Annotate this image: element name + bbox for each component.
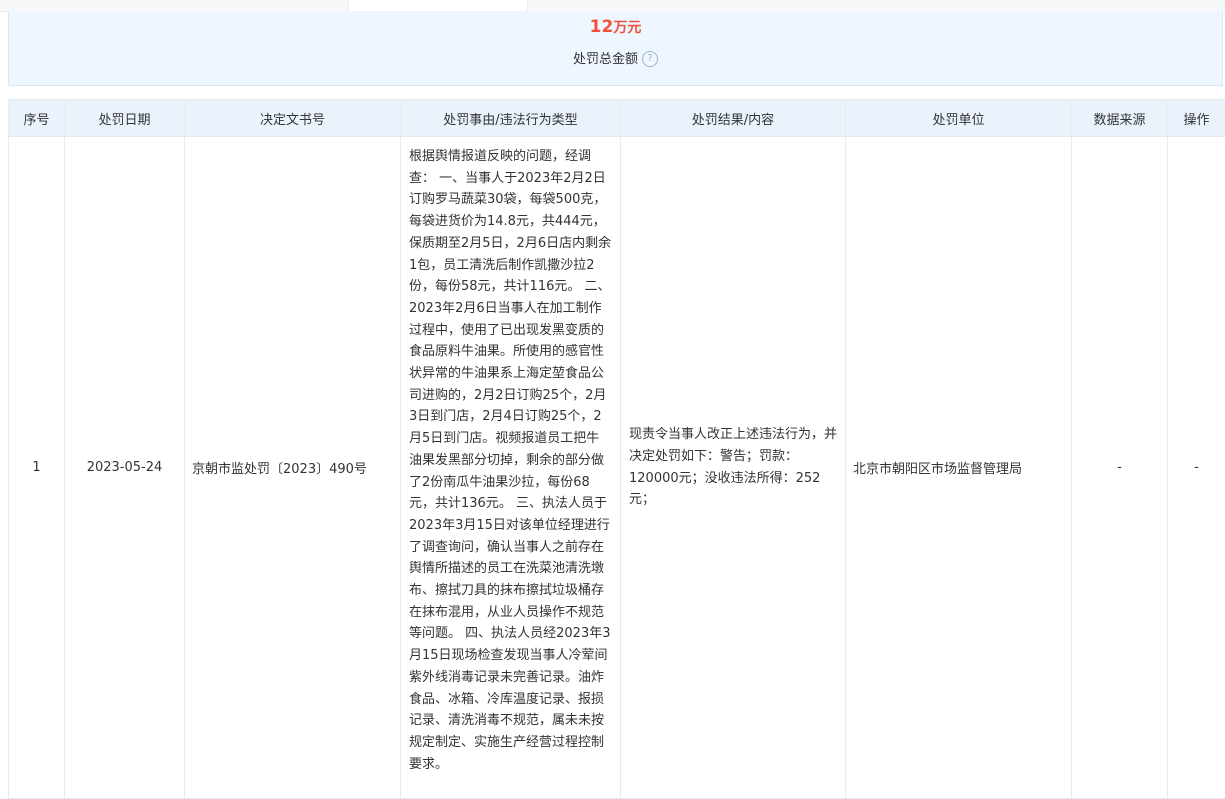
header-action: 操作 <box>1167 99 1225 137</box>
table-row: 1 2023-05-24 京朝市监处罚〔2023〕490号 根据舆情报道反映的问… <box>8 136 1225 799</box>
cell-action: - <box>1167 136 1225 799</box>
header-doc-no: 决定文书号 <box>184 99 401 137</box>
cell-reason: 根据舆情报道反映的问题，经调查： 一、当事人于2023年2月2日订购罗马蔬菜30… <box>400 136 621 799</box>
amount-unit: 万元 <box>613 20 642 36</box>
header-date: 处罚日期 <box>64 99 185 137</box>
cell-source: - <box>1071 136 1168 799</box>
amount-label: 处罚总金额 <box>572 52 638 67</box>
cell-result: 现责令当事人改正上述违法行为，并决定处罚如下：警告；罚款：120000元；没收违… <box>620 136 846 799</box>
penalty-summary-panel: 12万元 处罚总金额? <box>8 11 1223 86</box>
header-source: 数据来源 <box>1071 99 1168 137</box>
total-penalty-label-row: 处罚总金额? <box>9 48 1222 68</box>
header-result: 处罚结果/内容 <box>620 99 846 137</box>
total-penalty-amount: 12万元 <box>9 17 1222 37</box>
header-reason: 处罚事由/违法行为类型 <box>400 99 621 137</box>
penalty-table: 序号 处罚日期 决定文书号 处罚事由/违法行为类型 处罚结果/内容 处罚单位 数… <box>8 99 1225 799</box>
table-header-row: 序号 处罚日期 决定文书号 处罚事由/违法行为类型 处罚结果/内容 处罚单位 数… <box>8 99 1225 137</box>
help-icon[interactable]: ? <box>642 50 658 67</box>
cell-authority: 北京市朝阳区市场监督管理局 <box>845 136 1072 799</box>
cell-index: 1 <box>8 136 65 799</box>
amount-value: 12 <box>589 17 614 37</box>
cell-date: 2023-05-24 <box>64 136 185 799</box>
cell-doc-no: 京朝市监处罚〔2023〕490号 <box>184 136 401 799</box>
header-authority: 处罚单位 <box>845 99 1072 137</box>
header-index: 序号 <box>8 99 65 137</box>
